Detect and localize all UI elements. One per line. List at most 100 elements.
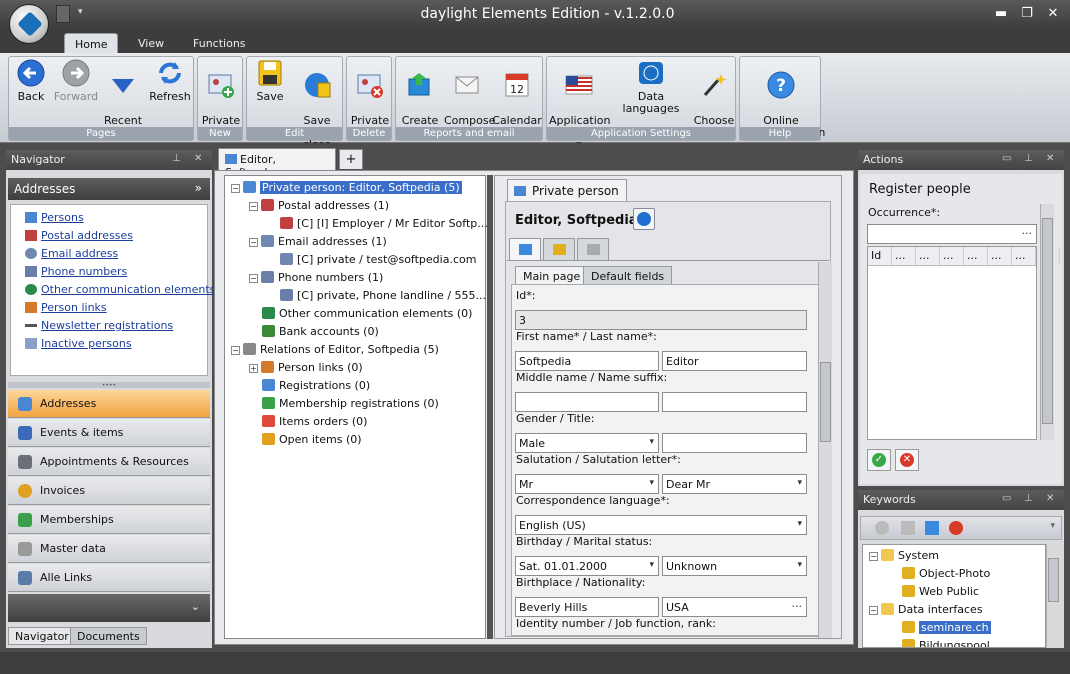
collapse-icon[interactable]: −	[231, 184, 240, 193]
nav-button-appointments[interactable]: Appointments & Resources	[8, 448, 210, 476]
keywords-scrollbar[interactable]	[1046, 544, 1060, 648]
grid-column-header[interactable]: ...	[964, 247, 988, 265]
new-tab-button[interactable]: +	[339, 149, 363, 169]
name-suffix-input[interactable]	[662, 392, 807, 412]
refresh-button[interactable]: Refresh	[147, 59, 193, 103]
grid-column-header[interactable]: ...	[940, 247, 964, 265]
birthday-date-picker[interactable]: Sat. 01.01.2000	[515, 556, 659, 576]
nav-button-events[interactable]: Events & items	[8, 419, 210, 447]
tab-view[interactable]: View	[128, 33, 174, 53]
scroll-thumb[interactable]	[820, 362, 831, 442]
keyword-node[interactable]: − Data interfaces	[869, 601, 1045, 619]
keyword-node[interactable]: seminare.ch	[869, 619, 1045, 637]
nav-link-newsletter[interactable]: Newsletter registrations	[11, 317, 207, 335]
tab-home[interactable]: Home	[64, 33, 119, 53]
title-input[interactable]	[662, 433, 807, 453]
add-icon[interactable]	[875, 521, 889, 535]
nav-button-memberships[interactable]: Memberships	[8, 506, 210, 534]
cancel-button[interactable]: ✕	[895, 449, 919, 471]
tree-node[interactable]: [C] private / test@softpedia.com	[231, 251, 485, 269]
configure-buttons-chevron-icon[interactable]: ⌄	[8, 594, 210, 622]
toolbar-chevron-down-icon[interactable]: ▾	[1050, 521, 1055, 531]
keyword-node[interactable]: − System	[869, 547, 1045, 565]
nav-button-invoices[interactable]: Invoices	[8, 477, 210, 505]
last-name-input[interactable]: Editor	[662, 351, 807, 371]
collapse-chevron-icon[interactable]: »	[195, 181, 202, 195]
gender-select[interactable]: Male	[515, 433, 659, 453]
navigator-section-header[interactable]: Addresses»	[8, 178, 210, 200]
nav-link-person-links[interactable]: Person links	[11, 299, 207, 317]
nav-link-other-communication[interactable]: Other communication elements	[11, 281, 215, 299]
form-scrollbar[interactable]	[818, 262, 832, 638]
tab-default-fields[interactable]: Default fields	[583, 266, 673, 285]
edit-icon[interactable]	[901, 521, 915, 535]
close-window-button[interactable]: ✕	[1044, 6, 1062, 21]
maximize-button[interactable]: ❐	[1018, 6, 1036, 21]
id-field[interactable]: 3	[515, 310, 807, 330]
grid-column-header[interactable]: ...	[892, 247, 916, 265]
go-arrow-icon[interactable]	[633, 208, 655, 230]
private-person-tab[interactable]: Private person	[507, 179, 627, 201]
birthplace-input[interactable]: Beverly Hills	[515, 597, 659, 617]
tree-node[interactable]: Membership registrations (0)	[231, 395, 485, 413]
marital-status-select[interactable]: Unknown	[662, 556, 807, 576]
tree-node[interactable]: Registrations (0)	[231, 377, 485, 395]
collapse-icon[interactable]: −	[249, 274, 258, 283]
close-panel-icon[interactable]: ✕	[194, 153, 202, 164]
minimize-button[interactable]: ▬	[992, 6, 1010, 21]
nationality-picker[interactable]: USA	[662, 597, 807, 617]
nav-link-email-address[interactable]: Email address	[11, 245, 207, 263]
tree-detail-splitter[interactable]	[487, 175, 493, 639]
grid-column-header[interactable]: ...	[916, 247, 940, 265]
nav-button-master-data[interactable]: Master data	[8, 535, 210, 563]
salutation-select[interactable]: Mr	[515, 474, 659, 494]
confirm-button[interactable]: ✓	[867, 449, 891, 471]
nav-link-phone-numbers[interactable]: Phone numbers	[11, 263, 207, 281]
nav-button-alle-links[interactable]: Alle Links	[8, 564, 210, 592]
tree-node[interactable]: [C] [I] Employer / Mr Editor Softp...	[231, 215, 488, 233]
nav-button-addresses[interactable]: Addresses	[8, 390, 210, 418]
keyword-node[interactable]: Web Public	[869, 583, 1045, 601]
close-panel-icon[interactable]: ✕	[1046, 153, 1054, 164]
home-icon[interactable]	[925, 521, 939, 535]
actions-scrollbar[interactable]	[1040, 204, 1054, 440]
tree-node[interactable]: − Email addresses (1)	[231, 233, 485, 251]
back-button[interactable]: Back	[11, 59, 51, 103]
collapse-icon[interactable]: −	[869, 552, 878, 561]
pin-icon[interactable]: ⊥	[1024, 153, 1033, 164]
pin-icon[interactable]: ⊥	[1024, 493, 1033, 504]
tab-keys-icon[interactable]	[543, 238, 575, 260]
tab-functions[interactable]: Functions	[183, 33, 256, 53]
tree-node[interactable]: − Phone numbers (1)	[231, 269, 485, 287]
tree-node[interactable]: − Postal addresses (1)	[231, 197, 485, 215]
tree-node[interactable]: − Relations of Editor, Softpedia (5)	[231, 341, 485, 359]
window-icon[interactable]: ▭	[1002, 153, 1011, 164]
close-panel-icon[interactable]: ✕	[1046, 493, 1054, 504]
tree-node[interactable]: + Person links (0)	[231, 359, 485, 377]
document-tab-editor[interactable]: Editor, Softped...	[218, 148, 336, 179]
forward-button[interactable]: Forward	[53, 59, 99, 103]
tree-node[interactable]: Other communication elements (0)	[231, 305, 485, 323]
scroll-thumb[interactable]	[1048, 558, 1059, 602]
scroll-thumb[interactable]	[1042, 218, 1053, 424]
grid-column-header[interactable]: Id	[868, 247, 892, 265]
delete-icon[interactable]	[949, 521, 963, 535]
tree-node[interactable]: Open items (0)	[231, 431, 485, 449]
tree-node[interactable]: − Private person: Editor, Softpedia (5)	[231, 179, 485, 197]
collapse-icon[interactable]: −	[869, 606, 878, 615]
save-button[interactable]: Save	[249, 59, 291, 103]
collapse-icon[interactable]: −	[249, 238, 258, 247]
pin-icon[interactable]: ⊥	[172, 153, 181, 164]
tree-node[interactable]: Bank accounts (0)	[231, 323, 485, 341]
expand-icon[interactable]: +	[249, 364, 258, 373]
tree-node[interactable]: [C] private, Phone landline / 555...	[231, 287, 486, 305]
first-name-input[interactable]: Softpedia	[515, 351, 659, 371]
tree-node[interactable]: Items orders (0)	[231, 413, 485, 431]
nav-link-persons[interactable]: Persons	[11, 209, 207, 227]
middle-name-input[interactable]	[515, 392, 659, 412]
nav-link-inactive-persons[interactable]: Inactive persons	[11, 335, 207, 353]
nav-link-postal-addresses[interactable]: Postal addresses	[11, 227, 207, 245]
occurrence-picker[interactable]	[867, 224, 1037, 244]
salutation-letter-select[interactable]: Dear Mr	[662, 474, 807, 494]
tab-main-page[interactable]: Main page	[515, 266, 589, 285]
